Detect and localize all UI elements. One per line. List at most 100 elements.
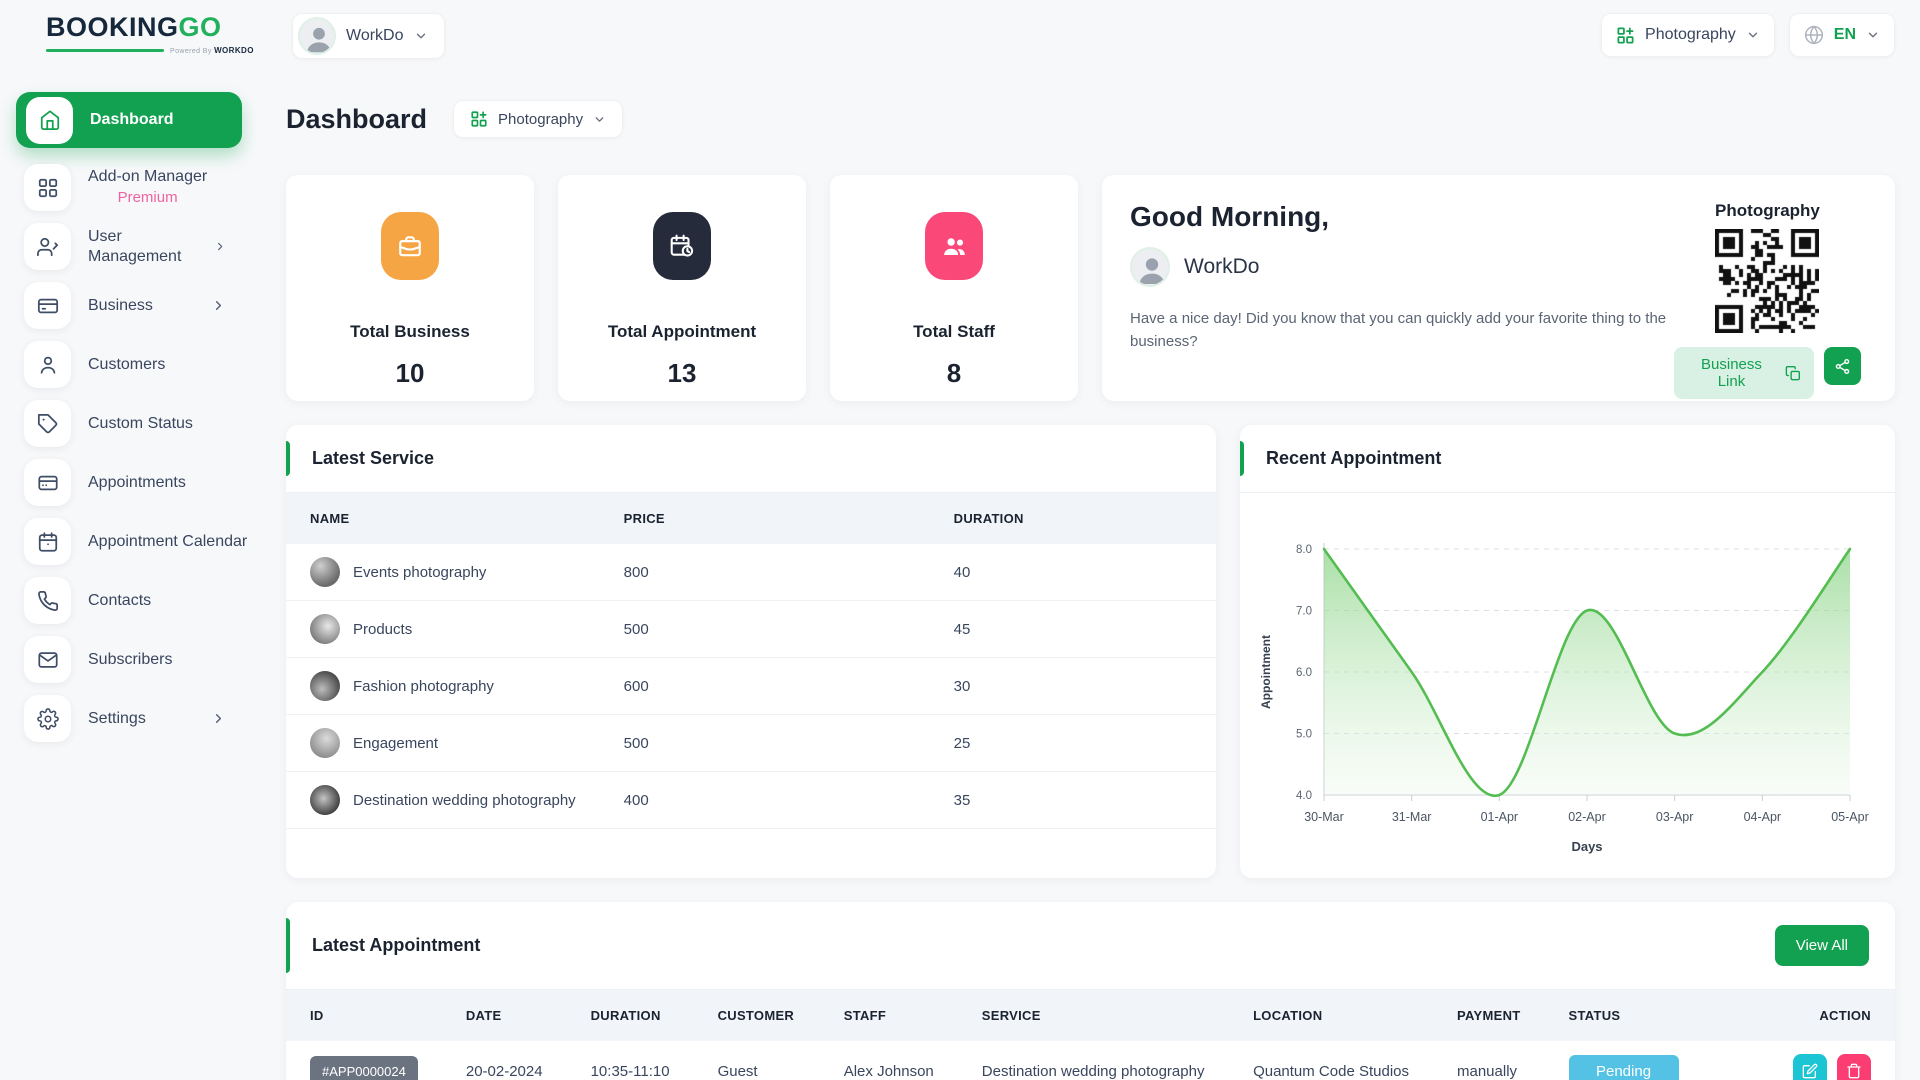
dashboard-business-filter[interactable]: Photography xyxy=(453,100,623,138)
svg-text:30-Mar: 30-Mar xyxy=(1304,810,1344,824)
column-header: ACTION xyxy=(1769,990,1895,1041)
app-logo-text: BOOKINGGO xyxy=(46,14,254,41)
column-header: PRICE xyxy=(600,493,930,544)
share-button[interactable] xyxy=(1824,347,1861,385)
latest-appointment-title: Latest Appointment View All xyxy=(286,902,1895,990)
sidebar-item-dashboard[interactable]: Dashboard xyxy=(16,92,242,148)
card-icon xyxy=(24,459,71,506)
workspace-avatar xyxy=(298,17,336,55)
column-header: STAFF xyxy=(820,990,958,1041)
sidebar-item-addon-manager[interactable]: Add-on ManagerPremium xyxy=(0,159,248,216)
service-row[interactable]: Destination wedding photography 40035 xyxy=(286,772,1216,829)
latest-service-table: NAME PRICE DURATION Events photography 8… xyxy=(286,493,1216,829)
svg-text:4.0: 4.0 xyxy=(1296,790,1312,802)
share-icon xyxy=(1834,358,1851,375)
stat-card-total-business: Total Business 10 xyxy=(286,175,534,401)
column-header: DURATION xyxy=(930,493,1216,544)
business-link-button[interactable]: Business Link xyxy=(1674,347,1814,399)
column-header: DATE xyxy=(442,990,567,1041)
greeting-title: Good Morning, xyxy=(1130,201,1674,233)
svg-text:31-Mar: 31-Mar xyxy=(1392,810,1432,824)
svg-text:Days: Days xyxy=(1571,839,1602,854)
svg-text:7.0: 7.0 xyxy=(1296,606,1312,618)
sidebar-item-appointments[interactable]: Appointments xyxy=(0,454,248,511)
dashboard-business-filter-label: Photography xyxy=(498,111,583,128)
stat-label: Total Staff xyxy=(913,322,995,342)
service-row[interactable]: Engagement 50025 xyxy=(286,715,1216,772)
svg-text:01-Apr: 01-Apr xyxy=(1481,810,1519,824)
service-thumbnail xyxy=(310,785,340,815)
qr-business-label: Photography xyxy=(1715,201,1820,221)
svg-text:8.0: 8.0 xyxy=(1296,544,1312,556)
phone-icon xyxy=(24,577,71,624)
chevron-right-icon xyxy=(211,711,226,726)
briefcase-icon xyxy=(381,212,439,280)
view-all-button[interactable]: View All xyxy=(1775,925,1869,966)
premium-badge: Premium xyxy=(88,189,207,208)
sidebar-item-contacts[interactable]: Contacts xyxy=(0,572,248,629)
service-thumbnail xyxy=(310,671,340,701)
service-row[interactable]: Products 50045 xyxy=(286,601,1216,658)
svg-text:6.0: 6.0 xyxy=(1296,667,1312,679)
sidebar: Dashboard Add-on ManagerPremium User Man… xyxy=(0,86,262,748)
logo-underline xyxy=(46,49,164,52)
chevron-down-icon xyxy=(593,113,606,126)
language-selector[interactable]: EN xyxy=(1789,13,1895,57)
column-header: STATUS xyxy=(1545,990,1769,1041)
copy-icon xyxy=(1785,365,1801,382)
trash-icon xyxy=(1846,1063,1862,1079)
business-qr-code xyxy=(1715,229,1819,333)
appointment-id-badge: #APP0000024 xyxy=(310,1056,418,1080)
service-thumbnail xyxy=(310,557,340,587)
appointment-row[interactable]: #APP0000024 20-02-2024 10:35-11:10 Guest… xyxy=(286,1041,1895,1080)
workspace-selector[interactable]: WorkDo xyxy=(292,13,445,59)
business-selector[interactable]: Photography xyxy=(1601,13,1775,57)
service-row[interactable]: Events photography 80040 xyxy=(286,544,1216,601)
service-row[interactable]: Fashion photography 60030 xyxy=(286,658,1216,715)
column-header: ID xyxy=(286,990,442,1041)
greeting-card: Good Morning, WorkDo Have a nice day! Di… xyxy=(1102,175,1895,401)
recent-appointment-title: Recent Appointment xyxy=(1240,425,1895,493)
app-logo[interactable]: BOOKINGGO Powered By WORKDO xyxy=(46,14,254,55)
credit-card-icon xyxy=(24,282,71,329)
gear-icon xyxy=(24,695,71,742)
edit-button[interactable] xyxy=(1793,1054,1827,1080)
latest-service-panel: Latest Service NAME PRICE DURATION Event… xyxy=(286,425,1216,878)
latest-appointment-table: ID DATE DURATION CUSTOMER STAFF SERVICE … xyxy=(286,990,1895,1080)
stat-value: 10 xyxy=(396,358,425,389)
staff-icon xyxy=(925,212,983,280)
stat-label: Total Appointment xyxy=(608,322,756,342)
sidebar-item-business[interactable]: Business xyxy=(0,277,248,334)
column-header: NAME xyxy=(286,493,600,544)
greeting-message: Have a nice day! Did you know that you c… xyxy=(1130,307,1674,354)
sidebar-item-custom-status[interactable]: Custom Status xyxy=(0,395,248,452)
person-icon xyxy=(24,341,71,388)
user-avatar xyxy=(1130,247,1170,287)
sidebar-item-user-management[interactable]: User Management xyxy=(0,218,248,275)
delete-button[interactable] xyxy=(1837,1054,1871,1080)
status-badge: Pending xyxy=(1569,1055,1679,1080)
home-icon xyxy=(26,97,73,144)
svg-text:Appointment: Appointment xyxy=(1259,635,1273,709)
globe-icon xyxy=(1804,25,1824,45)
powered-by-label: Powered By WORKDO xyxy=(170,46,254,55)
chevron-right-icon xyxy=(211,298,226,313)
sidebar-item-customers[interactable]: Customers xyxy=(0,336,248,393)
topbar: BOOKINGGO Powered By WORKDO WorkDo Photo… xyxy=(0,0,1920,72)
stat-value: 8 xyxy=(947,358,961,389)
sidebar-item-subscribers[interactable]: Subscribers xyxy=(0,631,248,688)
tag-icon xyxy=(24,400,71,447)
chevron-down-icon xyxy=(1746,28,1760,42)
svg-text:02-Apr: 02-Apr xyxy=(1568,810,1606,824)
stat-label: Total Business xyxy=(350,322,470,342)
sidebar-item-appointment-calendar[interactable]: Appointment Calendar xyxy=(0,513,248,570)
latest-service-title: Latest Service xyxy=(286,425,1216,493)
workspace-name: WorkDo xyxy=(346,27,404,45)
column-header: SERVICE xyxy=(958,990,1229,1041)
stat-card-total-staff: Total Staff 8 xyxy=(830,175,1078,401)
service-thumbnail xyxy=(310,614,340,644)
column-header: DURATION xyxy=(567,990,694,1041)
sidebar-item-settings[interactable]: Settings xyxy=(0,690,248,747)
latest-appointment-panel: Latest Appointment View All ID DATE DURA… xyxy=(286,902,1895,1080)
column-header: LOCATION xyxy=(1229,990,1433,1041)
